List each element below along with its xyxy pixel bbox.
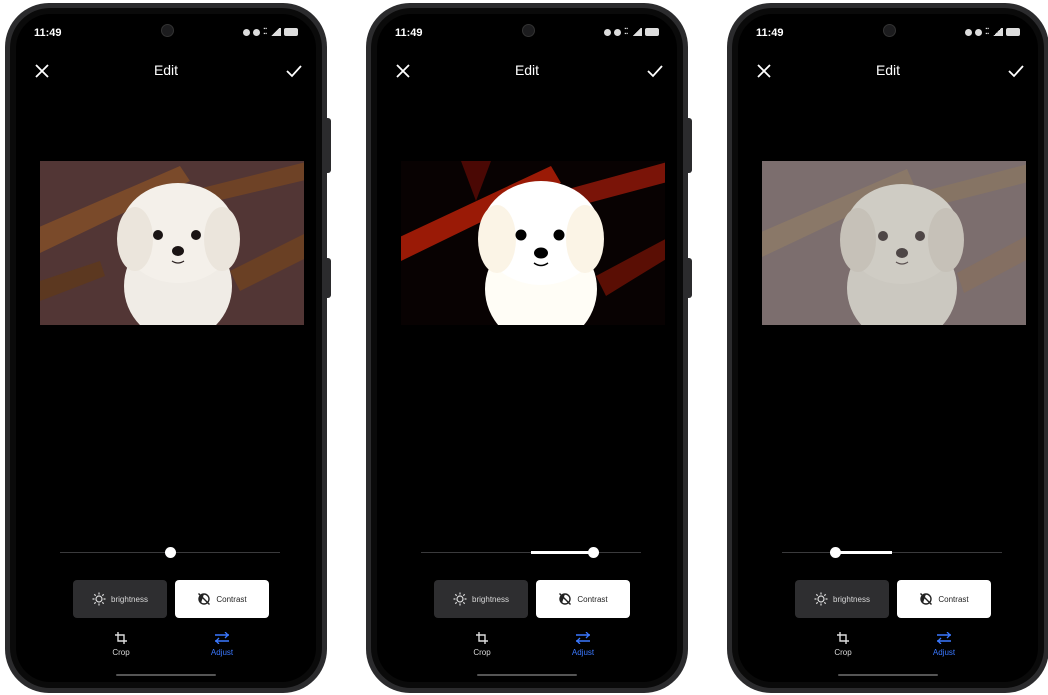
alarm-icon (243, 28, 251, 36)
contrast-button[interactable]: Contrast (897, 580, 991, 618)
slider-handle[interactable] (829, 547, 841, 558)
status-bar: 11:49 ▪▪ ▪▪ (756, 27, 1020, 43)
checkmark-icon[interactable] (283, 60, 305, 82)
brightness-button[interactable]: brightness (795, 580, 889, 618)
photo-preview (40, 161, 304, 325)
contrast-label: Contrast (577, 594, 608, 604)
edit-screen-2: 11:49 ▪▪ ▪▪ Edit brightness Contrast Cro… (377, 14, 677, 682)
status-time: 11:49 (756, 27, 784, 39)
adjust-slider[interactable] (60, 547, 280, 558)
dnd-icon (614, 28, 622, 36)
page-title: Edit (514, 62, 540, 78)
slider-track (782, 552, 1002, 553)
contrast-button[interactable]: Contrast (175, 580, 269, 618)
home-indicator (477, 674, 577, 676)
contrast-button[interactable]: Contrast (536, 580, 630, 618)
sliders-icon (576, 631, 590, 645)
tab-crop[interactable]: Crop (91, 632, 151, 657)
network-speed-icon: ▪▪ ▪▪ (624, 26, 628, 37)
sliders-icon (937, 631, 951, 645)
battery-icon (645, 28, 659, 36)
dnd-icon (975, 28, 983, 36)
signal-icon (631, 28, 642, 36)
edit-screen-3: 11:49 ▪▪ ▪▪ Edit brightness Contrast Cro… (738, 14, 1038, 682)
slider-fill (531, 551, 593, 554)
tab-adjust-label: Adjust (210, 648, 234, 657)
home-indicator (116, 674, 216, 676)
status-icons: ▪▪ ▪▪ (243, 27, 298, 37)
tab-crop[interactable]: Crop (452, 632, 512, 657)
brightness-label: brightness (472, 594, 509, 604)
brightness-button[interactable]: brightness (434, 580, 528, 618)
checkmark-icon[interactable] (644, 60, 666, 82)
contrast-label: Contrast (938, 594, 969, 604)
contrast-icon (559, 593, 572, 605)
adjust-slider[interactable] (782, 547, 1002, 558)
battery-icon (284, 28, 298, 36)
tab-crop-label: Crop (473, 648, 491, 657)
crop-icon (476, 632, 488, 644)
slider-fill (834, 551, 892, 554)
contrast-icon (198, 593, 211, 605)
edit-toolbar: Edit (16, 58, 316, 86)
home-indicator (838, 674, 938, 676)
phone-frame-1: 11:49 ▪▪ ▪▪ Edit brightness Contrast Cro… (5, 3, 331, 693)
edit-screen-1: 11:49 ▪▪ ▪▪ Edit brightness Contrast Cro… (16, 14, 316, 682)
status-time: 11:49 (34, 27, 62, 39)
contrast-icon (920, 593, 933, 605)
brightness-button[interactable]: brightness (73, 580, 167, 618)
brightness-label: brightness (111, 594, 148, 604)
edit-toolbar: Edit (377, 58, 677, 86)
tab-adjust-label: Adjust (571, 648, 595, 657)
alarm-icon (604, 28, 612, 36)
tab-crop-label: Crop (834, 648, 852, 657)
power-button (688, 258, 692, 298)
crop-icon (837, 632, 849, 644)
crop-icon (115, 632, 127, 644)
brightness-label: brightness (833, 594, 870, 604)
tab-crop[interactable]: Crop (813, 632, 873, 657)
tab-crop-label: Crop (112, 648, 130, 657)
status-bar: 11:49 ▪▪ ▪▪ (34, 27, 298, 43)
phone-frame-3: 11:49 ▪▪ ▪▪ Edit brightness Contrast Cro… (727, 3, 1048, 693)
edit-toolbar: Edit (738, 58, 1038, 86)
power-button (327, 258, 331, 298)
contrast-label: Contrast (216, 594, 247, 604)
tab-adjust[interactable]: Adjust (553, 631, 613, 657)
sun-icon (453, 592, 467, 606)
signal-icon (270, 28, 281, 36)
status-bar: 11:49 ▪▪ ▪▪ (395, 27, 659, 43)
sliders-icon (215, 631, 229, 645)
checkmark-icon[interactable] (1005, 60, 1027, 82)
network-speed-icon: ▪▪ ▪▪ (263, 26, 267, 37)
volume-button (688, 118, 692, 173)
network-speed-icon: ▪▪ ▪▪ (985, 26, 989, 37)
slider-handle[interactable] (587, 547, 599, 558)
sun-icon (814, 592, 828, 606)
dog-photo (40, 161, 304, 325)
tab-adjust[interactable]: Adjust (192, 631, 252, 657)
battery-icon (1006, 28, 1020, 36)
photo-preview (401, 161, 665, 325)
status-icons: ▪▪ ▪▪ (604, 27, 659, 37)
status-icons: ▪▪ ▪▪ (965, 27, 1020, 37)
volume-button (327, 118, 331, 173)
status-time: 11:49 (395, 27, 423, 39)
slider-handle[interactable] (165, 547, 176, 558)
dog-photo (401, 161, 665, 325)
dnd-icon (253, 28, 261, 36)
adjust-slider[interactable] (421, 547, 641, 558)
dog-photo (762, 161, 1026, 325)
photo-preview (762, 161, 1026, 325)
page-title: Edit (875, 62, 901, 78)
tab-adjust[interactable]: Adjust (914, 631, 974, 657)
tab-adjust-label: Adjust (932, 648, 956, 657)
sun-icon (92, 592, 106, 606)
alarm-icon (965, 28, 973, 36)
signal-icon (992, 28, 1003, 36)
page-title: Edit (153, 62, 179, 78)
phone-frame-2: 11:49 ▪▪ ▪▪ Edit brightness Contrast Cro… (366, 3, 692, 693)
